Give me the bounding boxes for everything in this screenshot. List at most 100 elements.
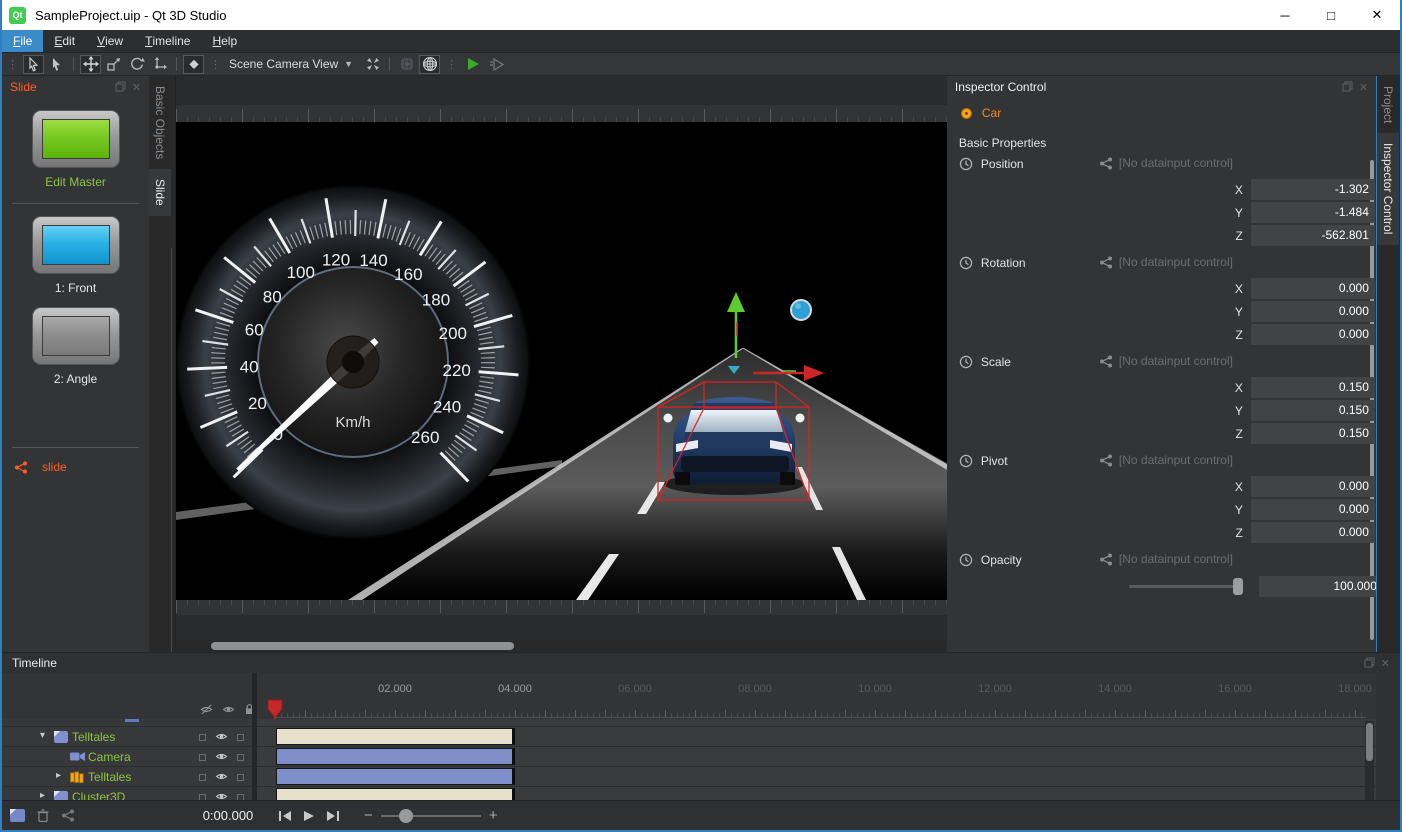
visibility-toggle[interactable] xyxy=(215,751,228,762)
keyframe-clock-icon[interactable] xyxy=(959,256,973,270)
timeline-row-cluster3d[interactable]: ▸Cluster3D xyxy=(2,787,252,801)
lock-toggle[interactable] xyxy=(237,734,244,741)
pivot-x-field[interactable]: 0.000 xyxy=(1251,476,1375,497)
slide-thumbnail[interactable] xyxy=(32,216,120,274)
rotate-tool-button[interactable] xyxy=(126,55,147,74)
scale-y-field[interactable]: 0.150 xyxy=(1251,400,1375,421)
opacity-slider[interactable] xyxy=(1129,585,1241,588)
timeline-row-telltales[interactable]: ▾Telltales xyxy=(2,727,252,747)
collapse-arrow-icon[interactable]: ▾ xyxy=(40,730,45,741)
move-tool-button[interactable] xyxy=(80,55,101,74)
menu-edit[interactable]: Edit xyxy=(43,30,86,52)
datainput-link-icon[interactable] xyxy=(1099,157,1113,170)
position-z-field[interactable]: -562.801 xyxy=(1251,225,1375,246)
datainput-link-icon[interactable] xyxy=(1099,553,1113,566)
wireframe-mode-button[interactable] xyxy=(419,55,440,74)
float-panel-icon[interactable] xyxy=(1342,81,1353,92)
shy-toggle[interactable] xyxy=(199,734,206,741)
slider-handle[interactable] xyxy=(1233,578,1243,595)
datainput-link-icon[interactable] xyxy=(1099,355,1113,368)
slide-angle[interactable]: 2: Angle xyxy=(2,307,149,386)
opacity-field[interactable]: 100.000 xyxy=(1259,576,1383,597)
camera-view-select[interactable]: Scene Camera View xyxy=(229,57,338,71)
pivot-z-field[interactable]: 0.000 xyxy=(1251,522,1375,543)
datainput-link-icon[interactable] xyxy=(1099,256,1113,269)
pivot-y-field[interactable]: 0.000 xyxy=(1251,499,1375,520)
rotation-z-field[interactable]: 0.000 xyxy=(1251,324,1375,345)
menu-help[interactable]: Help xyxy=(201,30,248,52)
close-panel-icon[interactable]: ✕ xyxy=(1359,81,1368,94)
expand-arrow-icon[interactable]: ▸ xyxy=(56,770,61,781)
group-select-tool-button[interactable] xyxy=(46,55,67,74)
remote-preview-button[interactable] xyxy=(487,55,508,74)
add-layer-icon[interactable] xyxy=(10,809,25,822)
tab-project[interactable]: Project xyxy=(1377,76,1399,133)
scale-tool-button[interactable] xyxy=(103,55,124,74)
datainput-icon[interactable] xyxy=(14,461,28,474)
close-button[interactable]: ✕ xyxy=(1354,0,1400,30)
shy-toggle[interactable] xyxy=(199,754,206,761)
scale-z-field[interactable]: 0.150 xyxy=(1251,423,1375,444)
3d-view-canvas[interactable]: 020406080100120140160180200220240260 Km/… xyxy=(176,122,947,600)
scrollbar-handle[interactable] xyxy=(211,642,514,650)
keyframe-clock-icon[interactable] xyxy=(959,553,973,567)
menu-view[interactable]: View xyxy=(86,30,134,52)
time-bar[interactable] xyxy=(276,748,515,765)
timeline-vertical-scrollbar[interactable] xyxy=(1365,721,1374,800)
visibility-toggle-icon[interactable] xyxy=(222,704,235,715)
skip-to-start-button[interactable] xyxy=(278,810,292,822)
slide-thumbnail[interactable] xyxy=(32,307,120,365)
time-bar[interactable] xyxy=(276,728,515,745)
maximize-button[interactable]: □ xyxy=(1308,0,1354,30)
tab-slide[interactable]: Slide xyxy=(149,169,171,216)
float-panel-icon[interactable] xyxy=(115,81,126,92)
visibility-toggle[interactable] xyxy=(215,771,228,782)
datainput-icon[interactable] xyxy=(61,809,75,822)
datainput-link-icon[interactable] xyxy=(1099,454,1113,467)
slide-front[interactable]: 1: Front xyxy=(2,216,149,295)
close-panel-icon[interactable]: ✕ xyxy=(1381,657,1390,670)
keyframe-clock-icon[interactable] xyxy=(959,157,973,171)
playhead-handle[interactable] xyxy=(267,699,283,719)
scrollbar-handle[interactable] xyxy=(1366,723,1373,761)
slide-datainput-label[interactable]: slide xyxy=(42,460,67,474)
visibility-toggle[interactable] xyxy=(215,731,228,742)
skip-to-end-button[interactable] xyxy=(326,810,340,822)
shy-toggle[interactable] xyxy=(199,774,206,781)
timeline-row-camera[interactable]: Camera xyxy=(2,747,252,767)
zoom-in-button[interactable]: + xyxy=(489,807,498,824)
lock-toggle[interactable] xyxy=(237,754,244,761)
lock-toggle[interactable] xyxy=(237,774,244,781)
select-tool-button[interactable] xyxy=(23,55,44,74)
menu-timeline[interactable]: Timeline xyxy=(134,30,201,52)
timeline-ruler[interactable]: 02.00004.00006.00008.00010.00012.00014.0… xyxy=(257,673,1376,719)
rotation-x-field[interactable]: 0.000 xyxy=(1251,278,1375,299)
slider-handle[interactable] xyxy=(399,809,413,823)
tab-basic-objects[interactable]: Basic Objects xyxy=(149,76,171,169)
timeline-zoom-slider[interactable] xyxy=(381,815,481,817)
play-button[interactable] xyxy=(303,810,315,822)
shaded-mode-button[interactable] xyxy=(396,55,417,74)
keyframe-clock-icon[interactable] xyxy=(959,454,973,468)
fit-selected-button[interactable] xyxy=(362,55,383,74)
menu-file[interactable]: File xyxy=(2,30,43,52)
time-bar[interactable] xyxy=(276,768,515,785)
scale-x-field[interactable]: 0.150 xyxy=(1251,377,1375,398)
shy-toggle-icon[interactable] xyxy=(200,704,213,715)
timeline-row-telltales[interactable]: ▸Telltales xyxy=(2,767,252,787)
slide-thumbnail[interactable] xyxy=(32,110,120,168)
minimize-button[interactable]: ─ xyxy=(1262,0,1308,30)
preview-play-button[interactable] xyxy=(468,58,479,70)
local-global-tool-button[interactable] xyxy=(149,55,170,74)
keyframe-clock-icon[interactable] xyxy=(959,355,973,369)
close-panel-icon[interactable]: ✕ xyxy=(132,81,141,94)
delete-icon[interactable] xyxy=(37,809,49,822)
autoset-keyframes-button[interactable] xyxy=(183,55,204,74)
position-y-field[interactable]: -1.484 xyxy=(1251,202,1375,223)
slide-edit-master[interactable]: Edit Master xyxy=(2,110,149,189)
rotation-y-field[interactable]: 0.000 xyxy=(1251,301,1375,322)
tab-inspector-control[interactable]: Inspector Control xyxy=(1377,133,1399,244)
position-x-field[interactable]: -1.302 xyxy=(1251,179,1375,200)
float-panel-icon[interactable] xyxy=(1364,657,1375,668)
zoom-out-button[interactable]: − xyxy=(364,807,373,824)
